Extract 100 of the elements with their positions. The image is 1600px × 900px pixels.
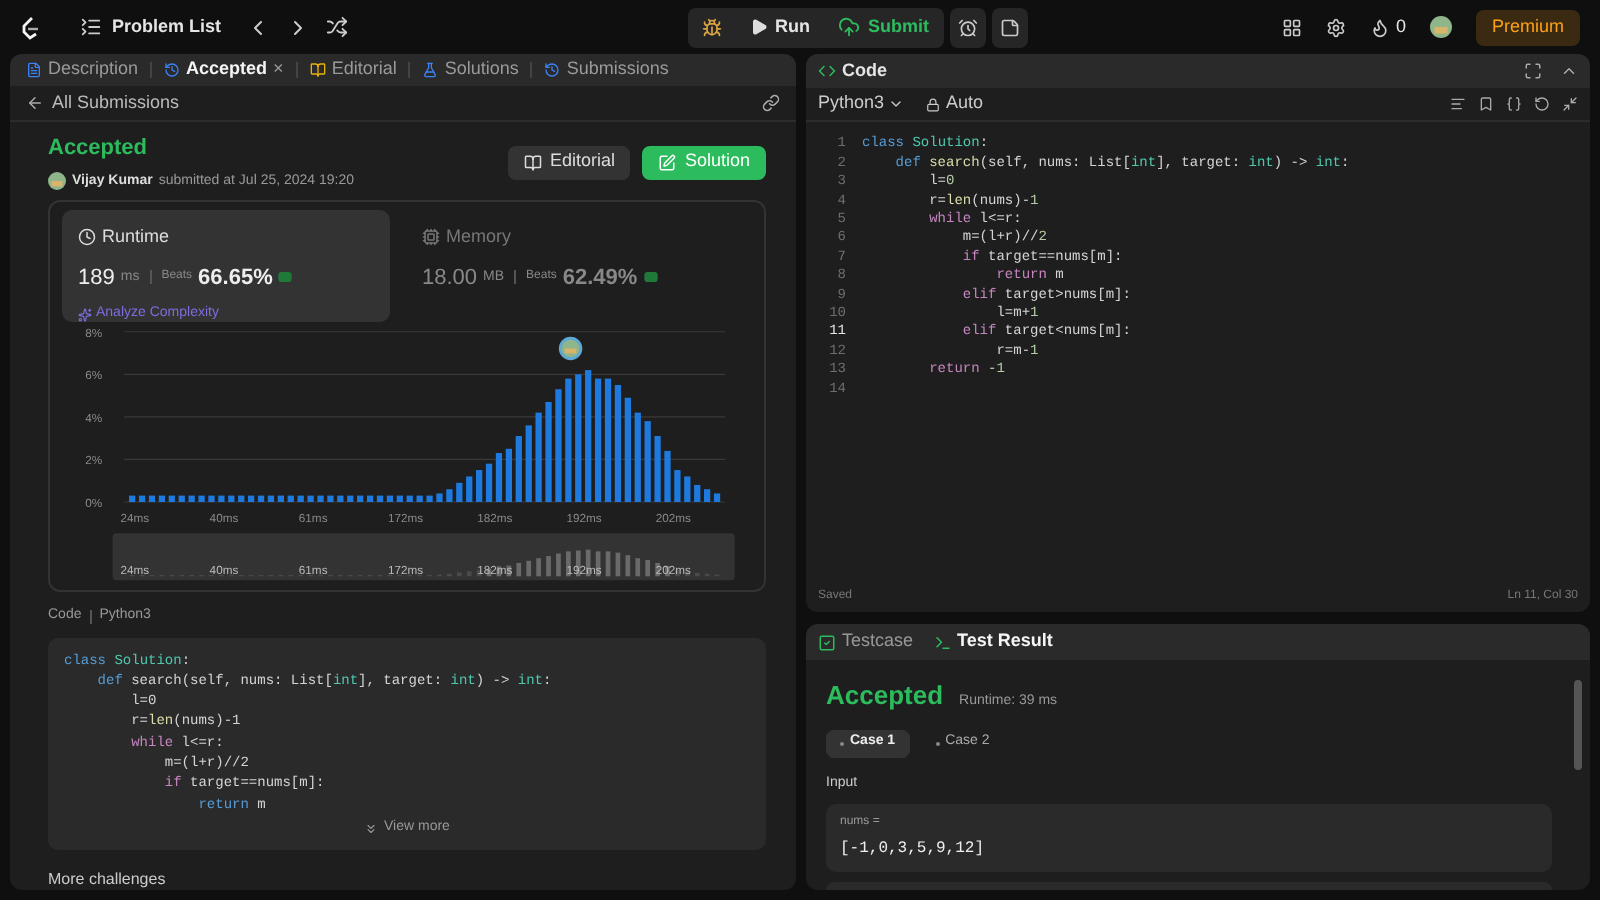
bar — [565, 378, 572, 502]
bar — [466, 476, 473, 502]
tab-icon — [422, 62, 439, 78]
bar — [416, 495, 423, 502]
bar — [525, 425, 532, 502]
logo-icon[interactable] — [20, 15, 40, 39]
badge-icon — [278, 272, 293, 283]
panel-title: Code — [842, 57, 887, 84]
bar — [198, 495, 205, 502]
avatar-marker — [558, 336, 583, 361]
bar — [446, 489, 453, 502]
language-dropdown[interactable]: Python3 — [818, 90, 905, 118]
link-icon — [762, 94, 780, 112]
panel-tab[interactable]: Solutions — [418, 56, 523, 84]
bar — [674, 470, 681, 502]
avatar — [1429, 16, 1452, 38]
tab-icon — [544, 62, 561, 78]
bar — [178, 495, 185, 502]
panel-tab[interactable]: Description — [22, 56, 143, 84]
list-icon — [80, 16, 102, 38]
bar — [644, 421, 651, 502]
reset-icon — [1534, 96, 1550, 112]
stat-value: 18.00 — [422, 263, 478, 293]
bar — [287, 495, 294, 502]
bar — [188, 495, 195, 502]
bar — [654, 436, 661, 502]
alarm-icon — [957, 17, 978, 37]
premium-button[interactable]: Premium — [1475, 9, 1580, 45]
braces-icon — [1506, 96, 1522, 112]
beats-percent: 62.49% — [562, 263, 638, 293]
shrink-icon — [1562, 96, 1578, 112]
bar — [634, 412, 641, 502]
note-icon — [999, 17, 1020, 37]
bar — [327, 495, 334, 502]
stat-value: 189 — [78, 263, 115, 293]
terminal-icon — [933, 633, 952, 651]
back-icon — [26, 94, 44, 112]
stat-title: Runtime — [102, 224, 170, 250]
maximize-icon — [1524, 62, 1542, 80]
problem-list-link[interactable]: Problem List — [112, 13, 222, 41]
panel-tab[interactable]: Submissions — [540, 56, 673, 84]
panel-tab[interactable]: Test Result — [933, 628, 1053, 656]
bar — [168, 495, 175, 502]
bar — [307, 495, 314, 502]
collapse-icon — [1560, 62, 1578, 80]
close-tab-button[interactable]: × — [273, 56, 284, 84]
chevrons-down-icon — [364, 821, 379, 836]
editorial-button[interactable]: Editorial — [507, 145, 631, 179]
bar — [208, 495, 215, 502]
avatar — [48, 172, 66, 191]
bar — [406, 495, 413, 502]
input-value: [-1,0,3,5,9,12] — [840, 838, 987, 862]
notes-button[interactable] — [991, 7, 1028, 47]
bookmark-icon — [1478, 96, 1494, 112]
play-icon — [749, 18, 768, 36]
bar — [515, 436, 522, 502]
tab-icon — [164, 62, 181, 78]
streak-count: 0 — [1395, 13, 1406, 40]
bar — [684, 476, 691, 502]
lock-icon — [926, 97, 941, 111]
bar — [297, 495, 304, 502]
section-heading: More challenges — [48, 869, 168, 889]
all-submissions-link[interactable]: All Submissions — [52, 89, 180, 117]
book-icon — [523, 153, 542, 171]
checkbox-icon — [818, 633, 836, 651]
bar — [347, 495, 354, 502]
shuffle-icon — [325, 16, 348, 38]
bar — [238, 495, 245, 502]
sparkle-icon — [78, 307, 92, 322]
tab-icon — [309, 62, 326, 78]
bar — [555, 389, 562, 502]
upload-icon — [838, 16, 861, 38]
bar — [535, 412, 542, 502]
panel-tab[interactable]: Editorial — [305, 56, 401, 84]
bar — [337, 495, 344, 502]
bug-icon — [701, 17, 722, 37]
submit-button[interactable]: Submit — [824, 7, 944, 47]
caret-icon — [888, 96, 905, 112]
bar — [436, 493, 443, 502]
bar — [228, 495, 235, 502]
bar — [545, 402, 552, 502]
clock-icon — [78, 228, 96, 247]
chip-icon — [422, 228, 440, 247]
bar — [317, 495, 324, 502]
panel-tab[interactable]: Testcase — [818, 628, 914, 656]
mode-label: Auto — [946, 90, 984, 117]
result-status: Accepted — [826, 678, 944, 714]
timer-button[interactable] — [949, 7, 986, 47]
bar — [575, 374, 582, 502]
beats-percent: 66.65% — [198, 263, 273, 293]
grid-icon — [1281, 17, 1302, 37]
bar — [218, 495, 225, 502]
flame-icon — [1369, 17, 1390, 37]
run-button[interactable]: Run — [735, 7, 825, 47]
bar — [426, 495, 433, 502]
format-icon — [1450, 96, 1466, 112]
code-icon — [818, 62, 836, 80]
bar — [664, 450, 671, 502]
bar — [694, 484, 701, 502]
panel-tab[interactable]: Accepted × — [160, 56, 288, 84]
